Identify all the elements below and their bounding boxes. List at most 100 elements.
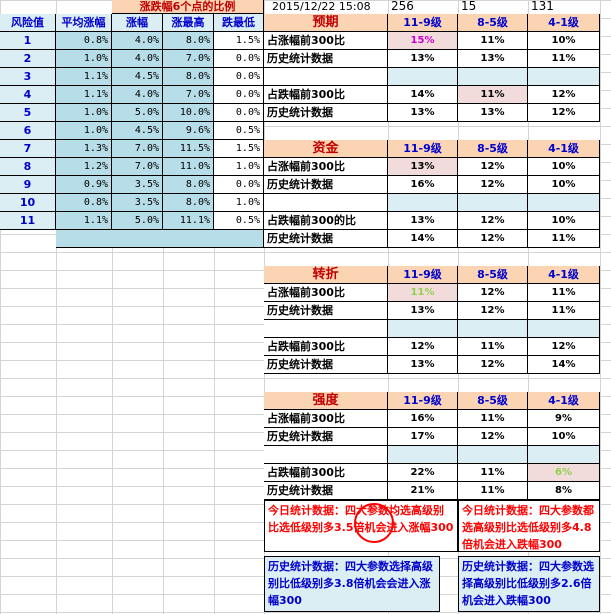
risk-level: 10 [0,194,56,212]
section-title: 转折 [264,266,388,284]
table-cell: 1.0% [214,158,264,176]
table-row [56,230,264,248]
value-cell: 13% [458,104,528,122]
value-cell: 12% [458,302,528,320]
table-cell: 0.8% [56,32,112,50]
cursor-circle-icon [354,503,394,543]
table-cell: 8.0% [163,68,214,86]
table-cell: 1.1% [56,68,112,86]
table-cell: 1.5% [214,140,264,158]
value-cell: 10% [528,158,600,176]
table-cell: 11.1% [163,212,214,230]
table-cell: 1.0% [56,50,112,68]
column-header: 跌最低 [214,14,264,32]
column-header: 涨最高 [163,14,214,32]
value-cell: 12% [458,428,528,446]
table-cell: 1.0% [214,194,264,212]
level-header: 8-5级 [458,266,528,284]
value-cell: 11% [458,338,528,356]
level-header: 11-9级 [388,392,458,410]
value-cell: 11% [458,482,528,500]
column-header: 涨幅 [112,14,163,32]
row-label: 占涨幅前300比 [264,284,388,302]
table-cell: 0.8% [56,194,112,212]
risk-level: 6 [0,122,56,140]
row-label: 历史统计数据 [264,176,388,194]
level-header: 11-9级 [388,140,458,158]
risk-level: 2 [0,50,56,68]
row-label: 占跌幅前300比 [264,86,388,104]
risk-level: 8 [0,158,56,176]
value-cell: 9% [528,410,600,428]
table-cell: 8.0% [163,194,214,212]
level-header: 4-1级 [528,140,600,158]
table-cell: 1.2% [56,158,112,176]
value-cell: 21% [388,482,458,500]
table-cell: 1.0% [56,122,112,140]
value-cell: 13% [388,104,458,122]
table-cell: 4.0% [112,86,163,104]
section-title: 资金 [264,140,388,158]
value-cell: 17% [388,428,458,446]
table-cell: 8.0% [163,32,214,50]
table-cell: 11.0% [163,158,214,176]
row-label: 占涨幅前300比 [264,158,388,176]
value-cell [388,68,458,86]
column-header: 风险值 [0,14,56,32]
table-cell: 1.1% [56,86,112,104]
value-cell [528,194,600,212]
value-cell [388,320,458,338]
value-cell: 12% [458,158,528,176]
value-cell: 10% [528,32,600,50]
table-cell: 4.5% [112,122,163,140]
row-label: 占跌幅前300的比 [264,212,388,230]
row-label [264,68,388,86]
value-cell [528,320,600,338]
value-cell [458,320,528,338]
table-cell: 4.5% [112,68,163,86]
value-cell: 8% [528,482,600,500]
level-header: 11-9级 [388,14,458,32]
table-cell: 3.5% [112,194,163,212]
table-cell: 7.0% [163,86,214,104]
risk-level: 11 [0,212,56,230]
table-cell: 1.5% [214,32,264,50]
row-label: 历史统计数据 [264,104,388,122]
value-cell: 10% [528,176,600,194]
risk-level: 4 [0,86,56,104]
value-cell [458,68,528,86]
value-cell: 12% [528,104,600,122]
table-cell: 7.0% [112,158,163,176]
value-cell [458,194,528,212]
row-label: 占跌幅前300比 [264,338,388,356]
value-cell: 16% [388,410,458,428]
level-header: 11-9级 [388,266,458,284]
value-cell: 11% [458,410,528,428]
table-cell: 4.0% [112,50,163,68]
table-cell: 9.6% [163,122,214,140]
timestamp: 2015/12/22 15:08 [272,0,371,13]
value-cell: 11% [528,284,600,302]
row-label: 占跌幅前300比 [264,464,388,482]
value-cell: 10% [528,428,600,446]
value-cell: 11% [458,464,528,482]
table-cell: 4.0% [112,32,163,50]
value-cell: 22% [388,464,458,482]
value-cell [528,446,600,464]
top-value-1: 256 [391,0,414,13]
note-today-down: 今日统计数据：四大参数都选高级别比选低级别多4.8倍机会进入跌幅300 [458,500,600,552]
table-cell: 1.1% [56,212,112,230]
row-label: 历史统计数据 [264,428,388,446]
row-label: 占涨幅前300比 [264,32,388,50]
level-header: 4-1级 [528,392,600,410]
value-cell: 12% [458,212,528,230]
value-cell: 11% [458,32,528,50]
top-value-2: 15 [461,0,477,13]
value-cell: 10% [528,212,600,230]
value-cell: 11% [528,302,600,320]
risk-level: 1 [0,32,56,50]
level-header: 4-1级 [528,14,600,32]
table-cell: 0.0% [214,176,264,194]
table-cell: 0.0% [214,104,264,122]
level-header: 8-5级 [458,392,528,410]
